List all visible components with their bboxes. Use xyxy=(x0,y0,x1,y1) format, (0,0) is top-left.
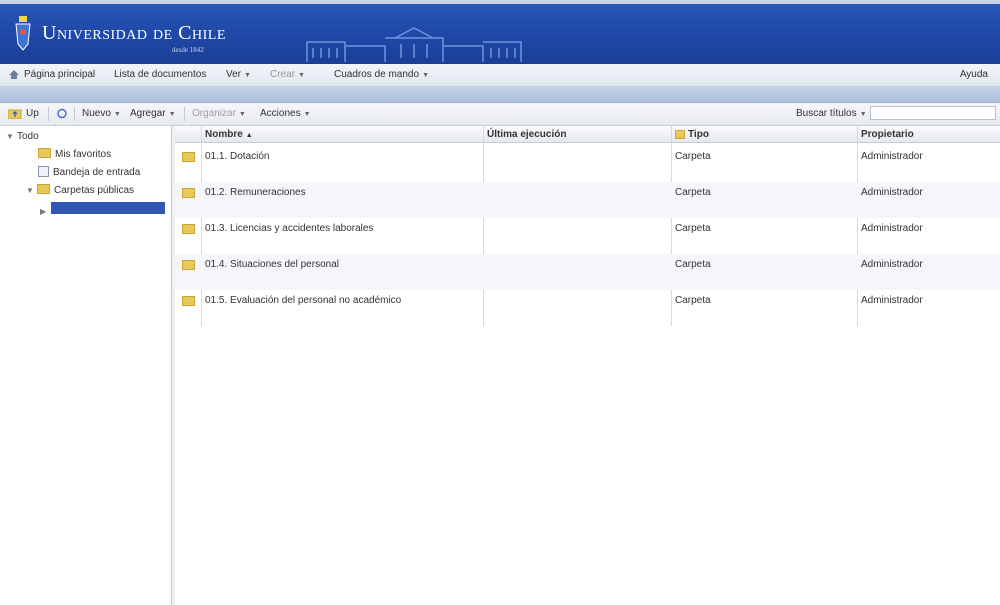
row-type: Carpeta xyxy=(675,187,711,198)
tree-node-label: Bandeja de entrada xyxy=(53,167,141,178)
expand-icon[interactable]: ▶ xyxy=(40,205,48,218)
help-link[interactable]: Ayuda xyxy=(960,69,988,80)
actions-button-label: Acciones xyxy=(260,108,301,119)
add-button[interactable]: Agregar ▼ xyxy=(130,108,176,119)
organize-button-label: Organizar xyxy=(192,108,236,119)
sort-ascending-icon: ▲ xyxy=(245,132,253,139)
row-owner: Administrador xyxy=(861,187,923,198)
table-row[interactable]: 01.5. Evaluación del personal no académi… xyxy=(175,290,1000,326)
building-illustration-icon xyxy=(306,27,522,62)
up-button[interactable]: Up xyxy=(26,108,39,119)
chevron-down-icon: ▼ xyxy=(422,72,429,79)
new-button[interactable]: Nuevo ▼ xyxy=(82,108,121,119)
folder-icon xyxy=(37,184,50,195)
menu-view-label: Ver xyxy=(226,69,242,80)
row-type: Carpeta xyxy=(675,223,711,234)
document-toolbar: Up Nuevo ▼ Agregar ▼ Organizar ▼ Acciones ▼ … xyxy=(0,103,1000,126)
add-button-label: Agregar xyxy=(130,108,166,119)
column-header-name[interactable]: Nombre ▲ xyxy=(205,129,253,140)
row-name[interactable]: 01.1. Dotación xyxy=(205,151,270,162)
university-name: Universidad de Chile xyxy=(42,22,226,44)
tree-node-public-folders[interactable]: ▼ Carpetas públicas xyxy=(26,184,134,197)
chevron-down-icon: ▼ xyxy=(244,72,251,79)
row-name[interactable]: 01.3. Licencias y accidentes laborales xyxy=(205,223,373,234)
row-type: Carpeta xyxy=(675,259,711,270)
collapse-icon[interactable]: ▼ xyxy=(26,184,34,197)
chevron-down-icon: ▼ xyxy=(303,111,311,118)
row-owner: Administrador xyxy=(861,223,923,234)
tree-node-selected-label xyxy=(51,202,165,214)
menu-create-label: Crear xyxy=(270,69,296,80)
tree-node-label: Todo xyxy=(17,131,39,142)
column-header-label: Nombre xyxy=(205,129,243,140)
folder-icon xyxy=(182,188,195,198)
column-header-last-run[interactable]: Última ejecución xyxy=(487,129,566,140)
folder-tree: ▼ Todo Mis favoritos Bandeja de entrada ▼… xyxy=(0,126,172,605)
toolbar-divider xyxy=(184,107,185,121)
inbox-icon xyxy=(38,165,49,177)
row-name[interactable]: 01.2. Remuneraciones xyxy=(205,187,306,198)
chevron-down-icon: ▼ xyxy=(859,111,867,118)
refresh-icon[interactable] xyxy=(56,108,68,119)
search-input[interactable] xyxy=(870,106,996,120)
header-separator xyxy=(0,87,1000,103)
row-type: Carpeta xyxy=(675,151,711,162)
row-owner: Administrador xyxy=(861,259,923,270)
up-folder-icon[interactable] xyxy=(7,108,22,120)
tree-node-inbox[interactable]: Bandeja de entrada xyxy=(38,165,141,179)
menu-dashboards-label: Cuadros de mando xyxy=(334,69,420,80)
tree-node-selected[interactable]: ▶ xyxy=(40,202,165,218)
menu-document-list[interactable]: Lista de documentos xyxy=(114,69,206,80)
folder-icon xyxy=(182,224,195,234)
table-row[interactable]: 01.4. Situaciones del personal Carpeta A… xyxy=(175,254,1000,290)
actions-button[interactable]: Acciones ▼ xyxy=(260,108,311,119)
menu-create[interactable]: Crear ▼ xyxy=(270,69,305,80)
search-scope-dropdown[interactable]: Buscar títulos ▼ xyxy=(796,108,867,119)
table-row[interactable]: 01.3. Licencias y accidentes laborales C… xyxy=(175,218,1000,254)
row-name[interactable]: 01.4. Situaciones del personal xyxy=(205,259,339,270)
tree-node-favorites[interactable]: Mis favoritos xyxy=(38,148,111,161)
column-header-type[interactable]: Tipo xyxy=(675,129,709,140)
main-menu-bar: Página principal Lista de documentos Ver… xyxy=(0,64,1000,87)
toolbar-divider xyxy=(48,107,49,121)
table-row[interactable]: 01.2. Remuneraciones Carpeta Administrad… xyxy=(175,182,1000,218)
collapse-icon[interactable]: ▼ xyxy=(6,130,14,143)
folder-icon xyxy=(182,296,195,306)
row-type: Carpeta xyxy=(675,295,711,306)
folder-icon xyxy=(182,152,195,162)
chevron-down-icon: ▼ xyxy=(113,111,121,118)
chevron-down-icon: ▼ xyxy=(298,72,305,79)
type-folder-icon xyxy=(675,129,685,139)
menu-view[interactable]: Ver ▼ xyxy=(226,69,251,80)
tree-node-label: Carpetas públicas xyxy=(54,185,135,196)
chevron-down-icon: ▼ xyxy=(168,111,176,118)
folder-icon xyxy=(182,260,195,270)
organize-button[interactable]: Organizar ▼ xyxy=(192,108,246,119)
tree-node-root[interactable]: ▼ Todo xyxy=(6,130,39,143)
chevron-down-icon: ▼ xyxy=(238,111,246,118)
toolbar-divider xyxy=(74,107,75,121)
home-icon xyxy=(8,69,20,80)
menu-home[interactable]: Página principal xyxy=(24,69,95,80)
folder-icon xyxy=(38,148,51,159)
documents-grid: Nombre ▲ Última ejecución Tipo Propietari… xyxy=(175,126,1000,605)
column-header-owner[interactable]: Propietario xyxy=(861,129,914,140)
row-owner: Administrador xyxy=(861,151,923,162)
university-banner: Universidad de Chile desde 1842 xyxy=(0,4,1000,64)
row-name[interactable]: 01.5. Evaluación del personal no académi… xyxy=(205,295,401,306)
tree-node-label: Mis favoritos xyxy=(55,149,112,160)
search-scope-label: Buscar títulos xyxy=(796,108,857,119)
university-logo-icon xyxy=(15,16,31,51)
new-button-label: Nuevo xyxy=(82,108,111,119)
row-owner: Administrador xyxy=(861,295,923,306)
grid-header: Nombre ▲ Última ejecución Tipo Propietari… xyxy=(175,126,1000,143)
column-header-label: Tipo xyxy=(688,129,709,140)
table-row[interactable]: 01.1. Dotación Carpeta Administrador xyxy=(175,146,1000,182)
university-tagline: desde 1842 xyxy=(172,46,204,54)
menu-dashboards[interactable]: Cuadros de mando ▼ xyxy=(334,69,429,80)
